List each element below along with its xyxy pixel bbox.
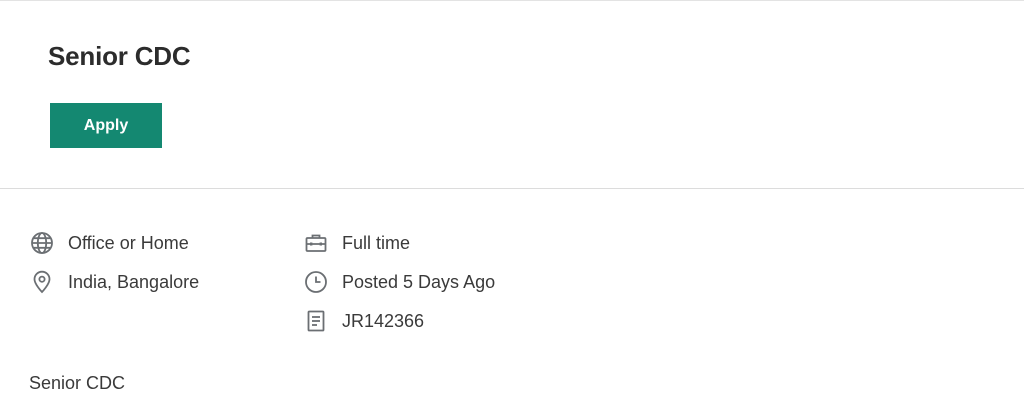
- posted-text: Posted 5 Days Ago: [342, 271, 496, 292]
- location-text: India, Bangalore: [68, 271, 200, 292]
- work-mode-text: Office or Home: [68, 232, 189, 253]
- job-details-left: Office or Home India, Bangalore: [29, 229, 199, 307]
- job-posting-page: Senior CDC Apply Office or Home India, B…: [0, 0, 1024, 418]
- job-description: Senior CDC: [29, 373, 126, 393]
- requisition-id-text: JR142366: [342, 310, 425, 331]
- requisition-id-row: JR142366: [303, 307, 495, 335]
- location-row: India, Bangalore: [29, 268, 199, 296]
- apply-button[interactable]: Apply: [50, 103, 162, 148]
- header-divider: [0, 188, 1024, 189]
- employment-type-row: Full time: [303, 229, 495, 257]
- work-mode-row: Office or Home: [29, 229, 199, 257]
- globe-icon: [29, 230, 55, 256]
- clock-icon: [303, 269, 329, 295]
- document-icon: [303, 308, 329, 334]
- job-header: Senior CDC Apply: [0, 1, 1024, 188]
- job-title: Senior CDC: [48, 41, 191, 71]
- job-details-right: Full time Posted 5 Days Ago JR142366: [303, 229, 495, 346]
- employment-type-text: Full time: [342, 232, 411, 253]
- briefcase-icon: [303, 230, 329, 256]
- posted-row: Posted 5 Days Ago: [303, 268, 495, 296]
- location-pin-icon: [29, 269, 55, 295]
